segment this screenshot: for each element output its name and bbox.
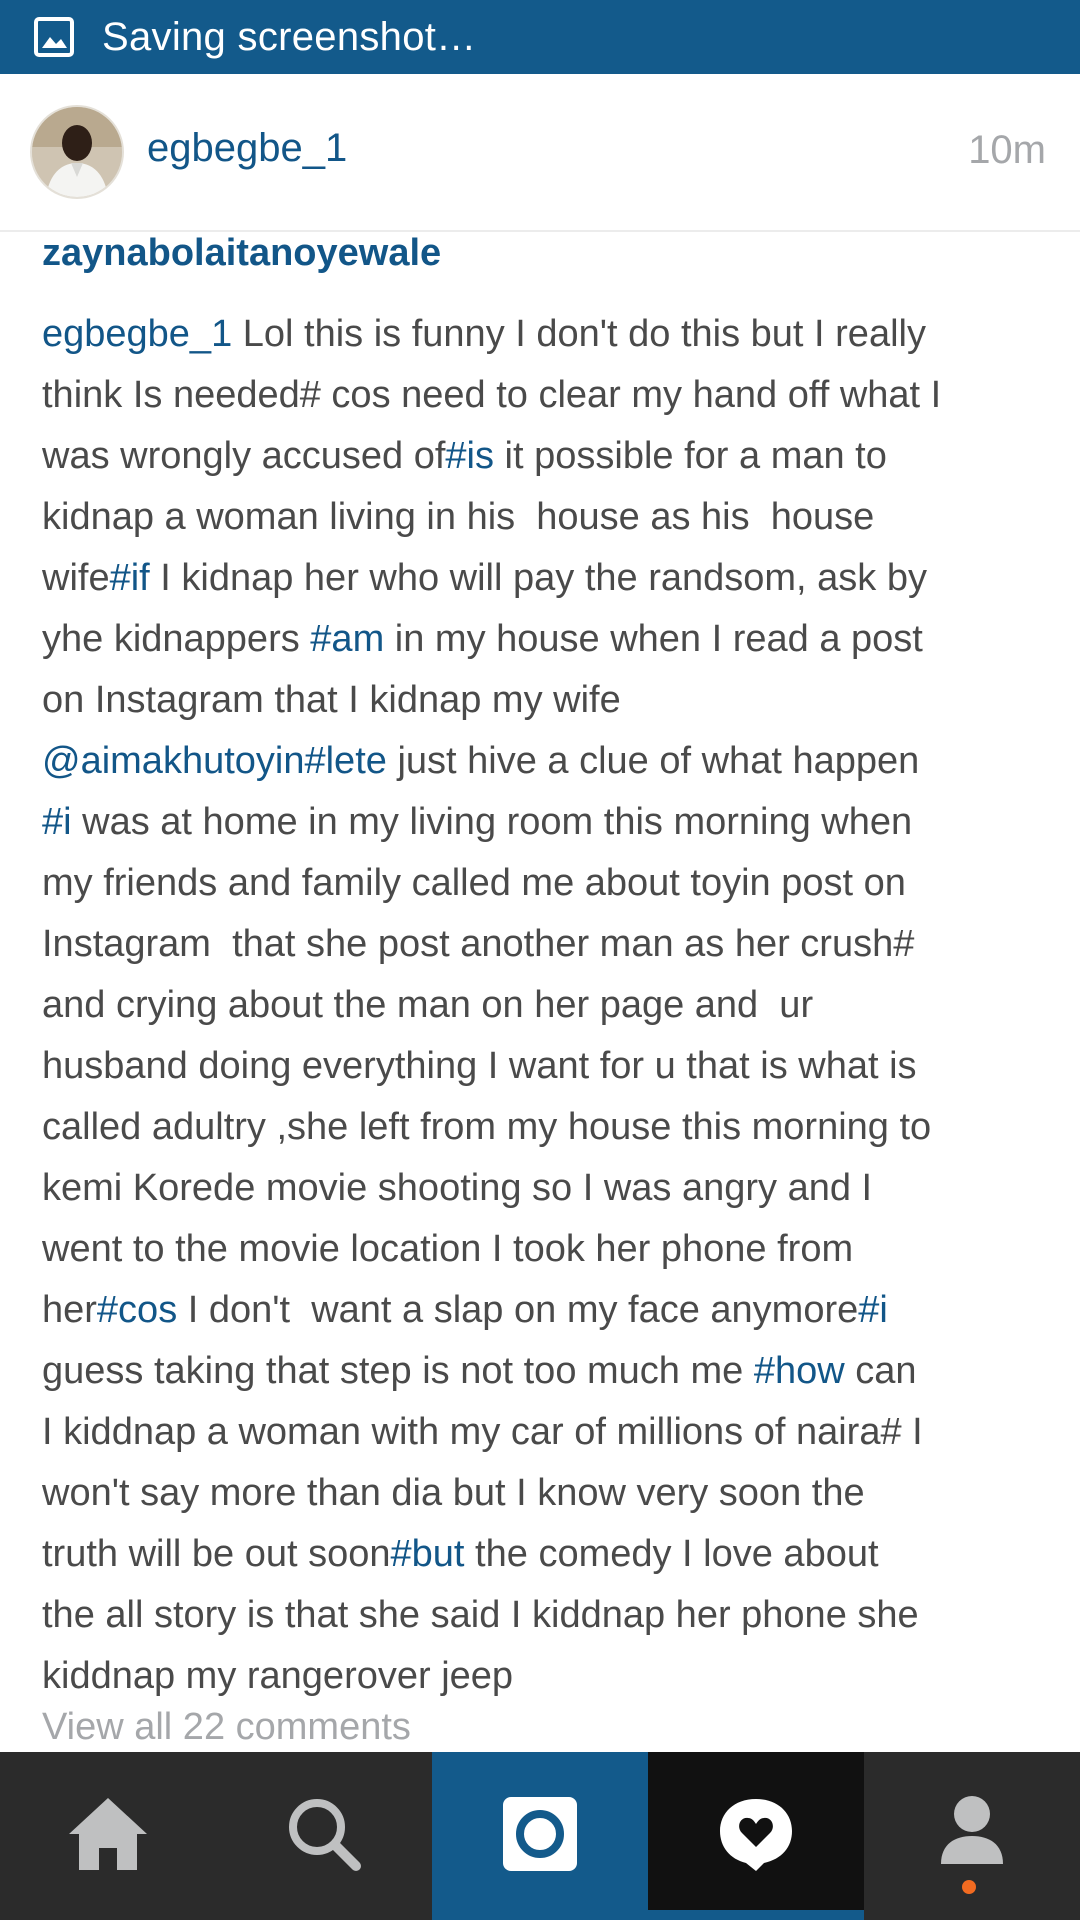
hashtag-link[interactable]: #but [391, 1533, 465, 1575]
comment-line: her#cos I don't want a slap on my face a… [42, 1280, 1052, 1341]
hashtag-link[interactable]: #cos [97, 1289, 177, 1331]
comment-line: and crying about the man on her page and… [42, 975, 1052, 1036]
comment-text-segment: just hive a clue of what happen [386, 740, 920, 782]
comment-text-segment: the all story is that she said I kiddnap… [42, 1594, 919, 1636]
hashtag-link[interactable]: @aimakhutoyin [42, 740, 304, 782]
hashtag-link[interactable]: #how [754, 1350, 845, 1392]
comment-text-segment: guess taking that step is not too much m… [42, 1350, 754, 1392]
comment-text-segment: was wrongly accused of [42, 435, 446, 477]
hashtag-link[interactable]: #i [42, 801, 72, 843]
comment-text-segment: I kidnap her who will pay the randsom, a… [149, 557, 927, 599]
comment-text-segment: kidnap a woman living in his house as hi… [42, 496, 875, 538]
comment-text-segment: and crying about the man on her page and… [42, 984, 814, 1026]
comment-text-segment: kiddnap my rangerover jeep [42, 1655, 514, 1697]
comment-text-segment: wife [42, 557, 110, 599]
comment-text-segment: went to the movie location I took her ph… [42, 1228, 854, 1270]
comment-line: Instagram that she post another man as h… [42, 914, 1052, 975]
comment-line: kiddnap my rangerover jeep [42, 1646, 1052, 1707]
comment-line: kidnap a woman living in his house as hi… [42, 487, 1052, 548]
comment-text-segment: called adultry ,she left from my house t… [42, 1106, 932, 1148]
comment-line: yhe kidnappers #am in my house when I re… [42, 609, 1052, 670]
avatar[interactable] [32, 107, 122, 197]
comment-line: the all story is that she said I kiddnap… [42, 1585, 1052, 1646]
comment-line: think Is needed# cos need to clear my ha… [42, 365, 1052, 426]
comment-line: egbegbe_1 Lol this is funny I don't do t… [42, 304, 1052, 365]
comment-text-segment: can [844, 1350, 917, 1392]
hashtag-link[interactable]: #i [858, 1289, 888, 1331]
comment-line: I kiddnap a woman with my car of million… [42, 1402, 1052, 1463]
home-icon [65, 1794, 151, 1879]
person-icon [937, 1794, 1007, 1879]
tab-camera[interactable] [432, 1752, 648, 1920]
hashtag-link[interactable]: #am [310, 618, 384, 660]
post-username[interactable]: egbegbe_1 [147, 126, 347, 171]
comment-line: truth will be out soon#but the comedy I … [42, 1524, 1052, 1585]
comment-text-segment: her [42, 1289, 97, 1331]
tab-search[interactable] [216, 1752, 432, 1920]
comment-line: guess taking that step is not too much m… [42, 1341, 1052, 1402]
comment-text-segment: I kiddnap a woman with my car of million… [42, 1411, 923, 1453]
tab-activity[interactable] [648, 1752, 864, 1920]
comment-line: called adultry ,she left from my house t… [42, 1097, 1052, 1158]
hashtag-link[interactable]: #lete [304, 740, 386, 782]
image-icon [34, 17, 74, 57]
comment-text-segment: truth will be out soon [42, 1533, 391, 1575]
hashtag-link[interactable]: #is [445, 435, 494, 477]
tab-profile[interactable] [864, 1752, 1080, 1920]
comment-username[interactable]: egbegbe_1 [42, 313, 232, 355]
comment-text-segment: in my house when I read a post [384, 618, 923, 660]
comment-text-segment: on Instagram that I kidnap my wife [42, 679, 621, 721]
comment-text: egbegbe_1 Lol this is funny I don't do t… [42, 304, 1052, 1707]
heart-bubble-icon [716, 1795, 796, 1878]
notification-dot [962, 1880, 976, 1894]
camera-icon [501, 1795, 579, 1878]
comment-line: kemi Korede movie shooting so I was angr… [42, 1158, 1052, 1219]
comment-line: won't say more than dia but I know very … [42, 1463, 1052, 1524]
comment-line: was wrongly accused of#is it possible fo… [42, 426, 1052, 487]
tab-home[interactable] [0, 1752, 216, 1920]
search-icon [284, 1794, 364, 1879]
notification-bar: Saving screenshot… [0, 0, 1080, 74]
comment-text-segment: yhe kidnappers [42, 618, 311, 660]
comment-text-segment: kemi Korede movie shooting so I was angr… [42, 1167, 873, 1209]
post-header: egbegbe_1 10m [0, 74, 1080, 232]
comment-text-segment: won't say more than dia but I know very … [42, 1472, 865, 1514]
comment-username-previous[interactable]: zaynabolaitanoyewale [42, 232, 441, 275]
bottom-navigation [0, 1752, 1080, 1920]
post-timestamp: 10m [968, 128, 1046, 172]
comment-line: husband doing everything I want for u th… [42, 1036, 1052, 1097]
comment-text-segment: was at home in my living room this morni… [71, 801, 913, 843]
comment-text-segment: my friends and family called me about to… [42, 862, 906, 904]
comment-line: #i was at home in my living room this mo… [42, 792, 1052, 853]
comments-section: zaynabolaitanoyewale egbegbe_1 Lol this … [0, 232, 1080, 1752]
comment-line: wife#if I kidnap her who will pay the ra… [42, 548, 1052, 609]
comment-line: went to the movie location I took her ph… [42, 1219, 1052, 1280]
comment-text-segment: think Is needed# cos need to clear my ha… [42, 374, 942, 416]
comment-line: my friends and family called me about to… [42, 853, 1052, 914]
comment-text-segment: it possible for a man to [494, 435, 887, 477]
comment-line: on Instagram that I kidnap my wife [42, 670, 1052, 731]
comment-text-segment: I don't want a slap on my face anymore [177, 1289, 859, 1331]
notification-text: Saving screenshot… [102, 14, 477, 59]
comment-text-segment: the comedy I love about [464, 1533, 879, 1575]
comment-text-segment: Instagram that she post another man as h… [42, 923, 915, 965]
hashtag-link[interactable]: #if [110, 557, 150, 599]
comment-text-segment: Lol this is funny I don't do this but I … [232, 313, 926, 355]
comment-text-segment: husband doing everything I want for u th… [42, 1045, 917, 1087]
comment-line: @aimakhutoyin#lete just hive a clue of w… [42, 731, 1052, 792]
view-all-comments-link[interactable]: View all 22 comments [42, 1706, 411, 1749]
